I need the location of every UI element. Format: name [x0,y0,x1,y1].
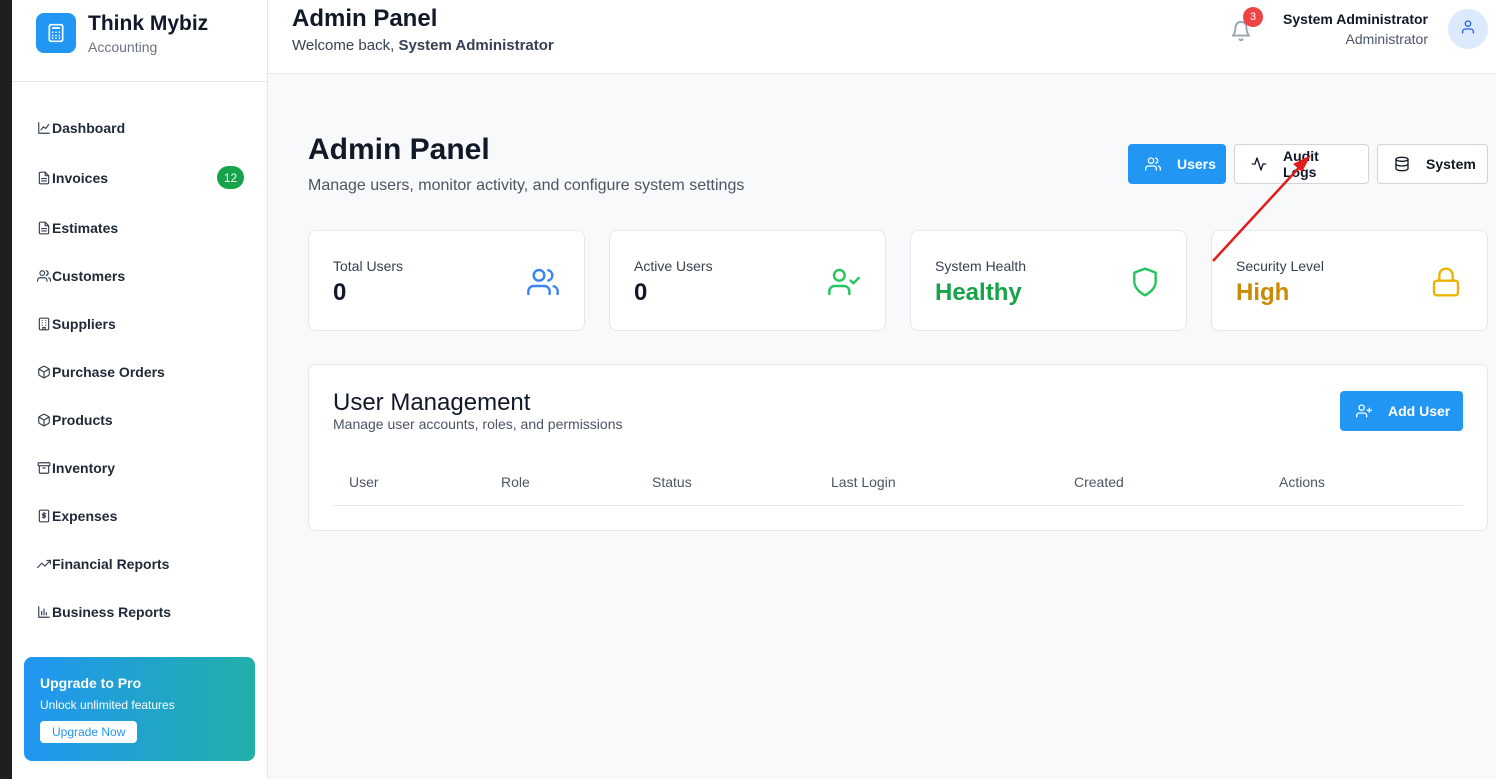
shield-icon [1129,266,1161,298]
header-title: Admin Panel [292,5,438,32]
page-subtitle: Manage users, monitor activity, and conf… [308,177,745,194]
users-icon [1145,156,1161,172]
calculator-icon [36,13,76,53]
notification-badge: 3 [1243,7,1263,27]
stat-card-security-level: Security Level High [1211,230,1488,331]
stat-label: Total Users [333,258,404,274]
tab-audit-logs[interactable]: Audit Logs [1234,144,1369,184]
line-chart-icon [36,120,52,136]
sidebar-item-label: Customers [52,268,126,284]
user-name: System Administrator [1283,11,1428,27]
sidebar-item-business-reports[interactable]: Business Reports [36,597,244,627]
add-user-button[interactable]: Add User [1340,391,1463,431]
users-icon [527,266,559,298]
add-user-label: Add User [1388,403,1451,419]
sidebar-item-label: Purchase Orders [52,364,165,380]
sidebar-item-label: Suppliers [52,316,116,332]
sidebar-item-label: Dashboard [52,120,126,136]
tab-system[interactable]: System [1377,144,1488,184]
column-header-user[interactable]: User [349,474,379,490]
column-header-created[interactable]: Created [1074,474,1124,490]
brand: Think Mybiz Accounting [12,0,267,82]
sidebar-item-label: Products [52,412,113,428]
stat-card-system-health: System Health Healthy [910,230,1187,331]
sidebar-item-label: Estimates [52,220,119,236]
archive-icon [36,460,52,476]
package-icon [36,412,52,428]
sidebar-item-invoices[interactable]: Invoices 12 [36,163,244,193]
building-icon [36,316,52,332]
stat-value: Healthy [935,279,1022,306]
page-title: Admin Panel [308,133,490,166]
database-icon [1394,156,1410,172]
top-header: Admin Panel Welcome back, System Adminis… [268,0,1496,74]
lock-icon [1430,266,1462,298]
column-header-last-login[interactable]: Last Login [831,474,896,490]
stat-label: Active Users [634,258,713,274]
column-header-actions[interactable]: Actions [1279,474,1325,490]
sidebar: Think Mybiz Accounting Dashboard Invoice… [12,0,268,779]
users-table-header: User Role Status Last Login Created Acti… [333,465,1463,506]
file-text-icon [36,170,52,186]
upgrade-title: Upgrade to Pro [40,675,142,691]
stat-value: 0 [333,279,347,306]
brand-name: Think Mybiz [88,12,209,35]
welcome-name: System Administrator [398,37,554,54]
user-management-subtitle: Manage user accounts, roles, and permiss… [333,416,623,432]
sidebar-item-purchase-orders[interactable]: Purchase Orders [36,357,244,387]
sidebar-item-label: Financial Reports [52,556,170,572]
sidebar-item-customers[interactable]: Customers [36,261,244,291]
user-management-panel: User Management Manage user accounts, ro… [308,364,1488,531]
user-icon [1460,19,1476,40]
desktop-edge [0,0,12,779]
upgrade-now-button[interactable]: Upgrade Now [40,721,138,743]
sidebar-item-financial-reports[interactable]: Financial Reports [36,549,244,579]
user-plus-icon [1356,403,1372,419]
welcome-text: Welcome back, System Administrator [292,37,554,54]
app-window: Think Mybiz Accounting Dashboard Invoice… [12,0,1496,779]
user-management-title: User Management [333,389,531,416]
stat-value: High [1236,279,1290,306]
sidebar-item-dashboard[interactable]: Dashboard [36,113,244,143]
column-header-status[interactable]: Status [652,474,692,490]
tab-label: System [1426,156,1476,172]
file-text-icon [36,220,52,236]
bar-chart-icon [36,604,52,620]
user-role: Administrator [1345,31,1428,47]
dollar-receipt-icon [36,508,52,524]
tab-label: Users [1177,156,1216,172]
stat-label: System Health [935,258,1027,274]
avatar[interactable] [1448,9,1488,49]
tab-users[interactable]: Users [1128,144,1226,184]
sidebar-item-label: Invoices [52,170,109,186]
sidebar-item-label: Inventory [52,460,116,476]
trending-up-icon [36,556,52,572]
activity-icon [1251,156,1267,172]
tab-label: Audit Logs [1283,148,1319,180]
sidebar-item-label: Expenses [52,508,118,524]
sidebar-item-products[interactable]: Products [36,405,244,435]
sidebar-item-estimates[interactable]: Estimates [36,213,244,243]
sidebar-item-inventory[interactable]: Inventory [36,453,244,483]
invoices-count-badge: 12 [217,166,244,189]
stat-card-active-users: Active Users 0 [609,230,886,331]
column-header-role[interactable]: Role [501,474,530,490]
user-check-icon [828,266,860,298]
upgrade-subtitle: Unlock unlimited features [40,698,175,712]
stat-card-total-users: Total Users 0 [308,230,585,331]
sidebar-item-label: Business Reports [52,604,172,620]
sidebar-item-expenses[interactable]: Expenses [36,501,244,531]
brand-subtitle: Accounting [88,39,158,55]
package-icon [36,364,52,380]
stat-label: Security Level [1236,258,1324,274]
users-icon [36,268,52,284]
sidebar-item-suppliers[interactable]: Suppliers [36,309,244,339]
stat-value: 0 [634,279,648,306]
welcome-prefix: Welcome back, [292,37,395,54]
upgrade-card: Upgrade to Pro Unlock unlimited features… [24,657,255,761]
